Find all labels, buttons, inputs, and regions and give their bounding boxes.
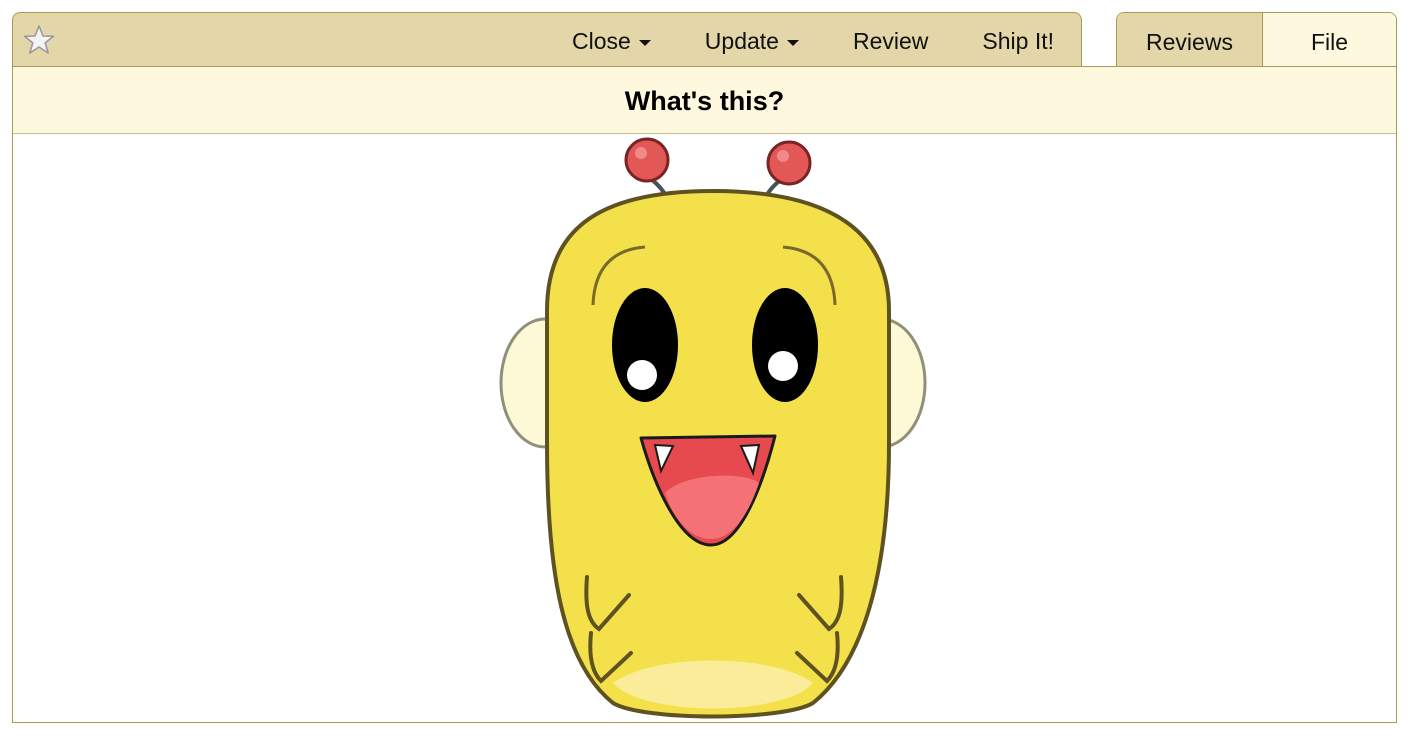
ship-it-label: Ship It! bbox=[982, 28, 1054, 54]
close-menu-button[interactable]: Close bbox=[545, 13, 678, 67]
tab-bar: Reviews File bbox=[1116, 12, 1397, 67]
close-menu-label: Close bbox=[571, 28, 631, 54]
update-menu-label: Update bbox=[704, 28, 779, 54]
review-label: Review bbox=[852, 28, 929, 54]
panel-title: What's this? bbox=[13, 67, 1396, 134]
chevron-down-icon bbox=[786, 39, 799, 46]
action-menu: Close Update Review Ship It! bbox=[545, 13, 1081, 67]
review-button[interactable]: Review bbox=[826, 13, 955, 67]
tab-file[interactable]: File bbox=[1263, 13, 1396, 67]
bee-mascot-icon bbox=[499, 137, 927, 719]
ship-it-button[interactable]: Ship It! bbox=[955, 13, 1081, 67]
file-panel: What's this? bbox=[12, 66, 1397, 723]
chevron-down-icon bbox=[638, 39, 651, 46]
review-action-bar: Close Update Review Ship It! bbox=[12, 12, 1082, 66]
tab-reviews[interactable]: Reviews bbox=[1117, 13, 1263, 67]
star-icon[interactable] bbox=[23, 24, 55, 56]
tab-file-label: File bbox=[1310, 29, 1349, 55]
update-menu-button[interactable]: Update bbox=[678, 13, 826, 67]
tab-reviews-label: Reviews bbox=[1146, 29, 1233, 55]
